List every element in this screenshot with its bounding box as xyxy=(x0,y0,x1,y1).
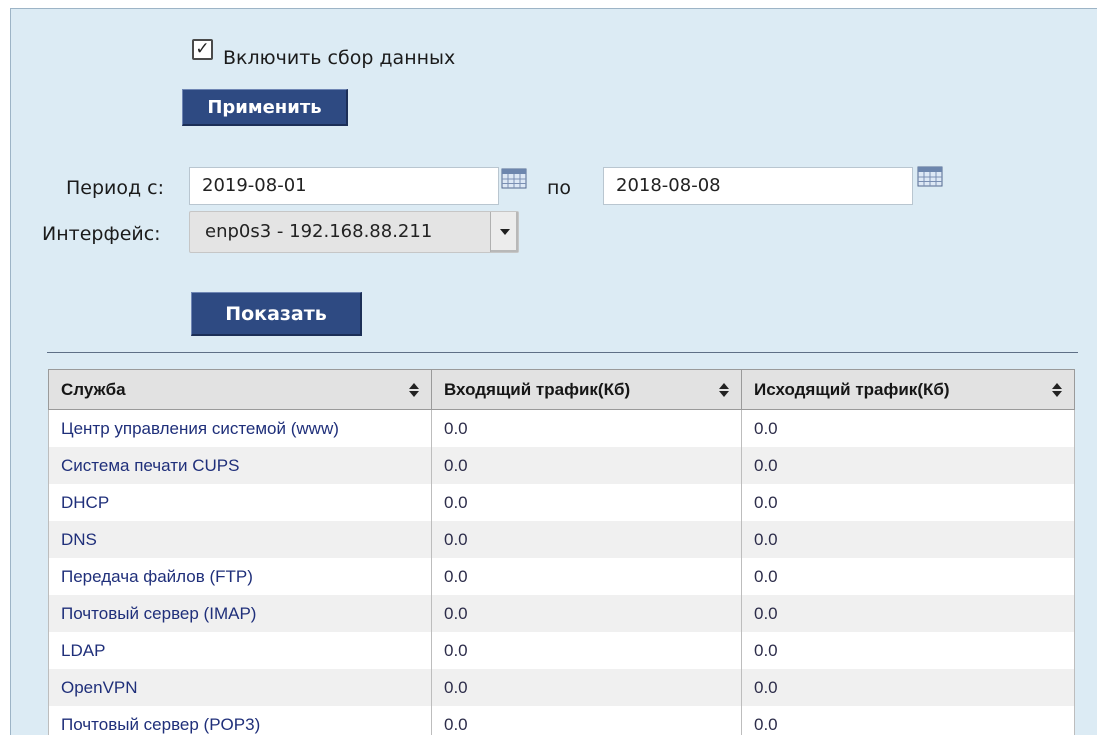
incoming-cell: 0.0 xyxy=(431,409,742,447)
traffic-value: 0.0 xyxy=(754,455,778,475)
outgoing-cell: 0.0 xyxy=(741,632,1075,669)
col-header-service-label: Служба xyxy=(61,379,126,399)
table-header-row: Служба Входящий трафик(Кб) Исходящий тра… xyxy=(48,369,1075,410)
interface-select[interactable]: enp0s3 - 192.168.88.211 xyxy=(189,211,519,253)
service-cell: Почтовый сервер (IMAP) xyxy=(48,595,432,632)
outgoing-cell: 0.0 xyxy=(741,706,1075,735)
table-row: LDAP 0.0 0.0 xyxy=(48,632,1075,669)
service-cell: LDAP xyxy=(48,632,432,669)
service-link[interactable]: Почтовый сервер (IMAP) xyxy=(61,604,256,623)
traffic-value: 0.0 xyxy=(444,640,468,660)
collect-data-checkbox[interactable]: ✓ xyxy=(192,39,213,60)
col-header-service[interactable]: Служба xyxy=(48,369,432,410)
service-cell: Центр управления системой (www) xyxy=(48,409,432,447)
traffic-value: 0.0 xyxy=(754,714,778,734)
service-link[interactable]: Центр управления системой (www) xyxy=(61,419,339,438)
sort-icon[interactable] xyxy=(1052,383,1062,397)
incoming-cell: 0.0 xyxy=(431,484,742,521)
incoming-cell: 0.0 xyxy=(431,632,742,669)
period-to-input[interactable]: 2018-08-08 xyxy=(603,167,913,205)
traffic-value: 0.0 xyxy=(444,455,468,475)
period-to-label: по xyxy=(547,177,572,199)
divider xyxy=(47,352,1078,353)
table-row: Центр управления системой (www) 0.0 0.0 xyxy=(48,409,1075,447)
incoming-cell: 0.0 xyxy=(431,558,742,595)
service-link[interactable]: Система печати CUPS xyxy=(61,456,239,475)
traffic-value: 0.0 xyxy=(444,566,468,586)
apply-button[interactable]: Применить xyxy=(182,89,348,126)
traffic-value: 0.0 xyxy=(754,418,778,438)
service-link[interactable]: LDAP xyxy=(61,641,105,660)
sort-icon[interactable] xyxy=(719,383,729,397)
interface-label: Интерфейс: xyxy=(42,223,161,245)
service-cell: DHCP xyxy=(48,484,432,521)
outgoing-cell: 0.0 xyxy=(741,484,1075,521)
traffic-value: 0.0 xyxy=(444,714,468,734)
incoming-cell: 0.0 xyxy=(431,521,742,558)
traffic-value: 0.0 xyxy=(754,529,778,549)
dropdown-arrow-icon[interactable] xyxy=(490,212,518,252)
incoming-cell: 0.0 xyxy=(431,669,742,706)
period-from-input[interactable]: 2019-08-01 xyxy=(189,167,499,205)
table-row: Почтовый сервер (POP3) 0.0 0.0 xyxy=(48,706,1075,735)
traffic-value: 0.0 xyxy=(754,566,778,586)
incoming-cell: 0.0 xyxy=(431,706,742,735)
service-cell: Почтовый сервер (POP3) xyxy=(48,706,432,735)
outgoing-cell: 0.0 xyxy=(741,409,1075,447)
traffic-value: 0.0 xyxy=(754,492,778,512)
incoming-cell: 0.0 xyxy=(431,447,742,484)
show-button[interactable]: Показать xyxy=(191,292,362,336)
service-cell: OpenVPN xyxy=(48,669,432,706)
sort-icon[interactable] xyxy=(409,383,419,397)
incoming-cell: 0.0 xyxy=(431,595,742,632)
traffic-value: 0.0 xyxy=(444,677,468,697)
service-link[interactable]: DHCP xyxy=(61,493,109,512)
col-header-incoming[interactable]: Входящий трафик(Кб) xyxy=(431,369,742,410)
traffic-value: 0.0 xyxy=(754,640,778,660)
outgoing-cell: 0.0 xyxy=(741,447,1075,484)
service-link[interactable]: DNS xyxy=(61,530,97,549)
table-row: Передача файлов (FTP) 0.0 0.0 xyxy=(48,558,1075,595)
collect-data-label: Включить сбор данных xyxy=(223,47,456,69)
service-link[interactable]: Передача файлов (FTP) xyxy=(61,567,253,586)
service-link[interactable]: OpenVPN xyxy=(61,678,138,697)
outgoing-cell: 0.0 xyxy=(741,595,1075,632)
service-link[interactable]: Почтовый сервер (POP3) xyxy=(61,715,260,734)
service-cell: Передача файлов (FTP) xyxy=(48,558,432,595)
traffic-value: 0.0 xyxy=(444,603,468,623)
period-from-label: Период с: xyxy=(66,177,165,199)
service-cell: DNS xyxy=(48,521,432,558)
table-row: Система печати CUPS 0.0 0.0 xyxy=(48,447,1075,484)
col-header-outgoing[interactable]: Исходящий трафик(Кб) xyxy=(741,369,1075,410)
table-row: OpenVPN 0.0 0.0 xyxy=(48,669,1075,706)
table-row: Почтовый сервер (IMAP) 0.0 0.0 xyxy=(48,595,1075,632)
outgoing-cell: 0.0 xyxy=(741,521,1075,558)
traffic-table: Служба Входящий трафик(Кб) Исходящий тра… xyxy=(48,369,1075,735)
traffic-value: 0.0 xyxy=(444,492,468,512)
col-header-incoming-label: Входящий трафик(Кб) xyxy=(444,379,631,399)
settings-panel: ✓ Включить сбор данных Применить Период … xyxy=(10,8,1097,735)
service-cell: Система печати CUPS xyxy=(48,447,432,484)
checkbox-check-icon: ✓ xyxy=(195,39,210,59)
traffic-value: 0.0 xyxy=(444,529,468,549)
table-row: DHCP 0.0 0.0 xyxy=(48,484,1075,521)
calendar-icon[interactable] xyxy=(501,167,527,189)
interface-selected-value: enp0s3 - 192.168.88.211 xyxy=(205,221,433,242)
traffic-value: 0.0 xyxy=(754,677,778,697)
table-row: DNS 0.0 0.0 xyxy=(48,521,1075,558)
traffic-value: 0.0 xyxy=(754,603,778,623)
calendar-icon[interactable] xyxy=(917,165,943,187)
col-header-outgoing-label: Исходящий трафик(Кб) xyxy=(754,379,950,399)
traffic-value: 0.0 xyxy=(444,418,468,438)
outgoing-cell: 0.0 xyxy=(741,669,1075,706)
outgoing-cell: 0.0 xyxy=(741,558,1075,595)
